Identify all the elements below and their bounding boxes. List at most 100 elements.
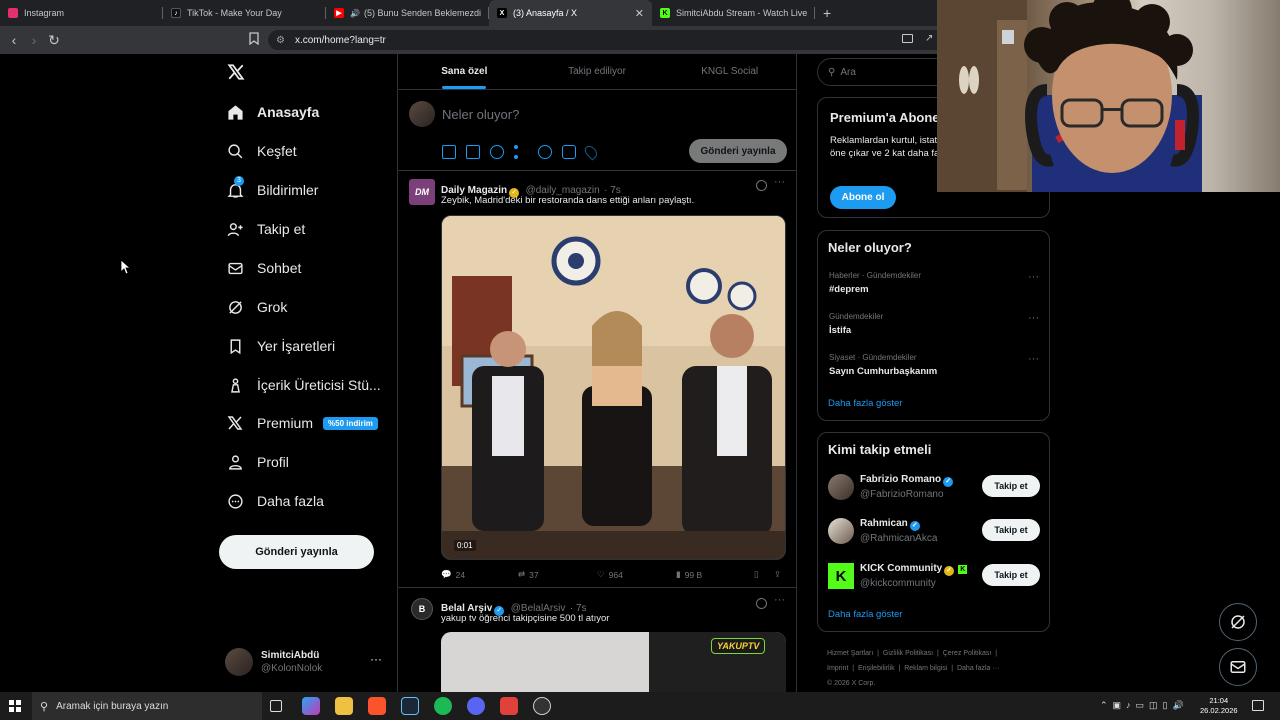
footer-link[interactable]: Erişilebilirlik xyxy=(858,665,895,672)
grok-explain-icon[interactable] xyxy=(756,180,767,191)
nav-item-home[interactable]: Anasayfa xyxy=(225,97,319,127)
taskbar-search-input[interactable]: ⚲ Aramak için buraya yazın xyxy=(32,692,262,720)
tweet[interactable]: DM Daily Magazin ✓ @daily_magazin · 7s ··… xyxy=(398,171,796,588)
copilot-icon[interactable] xyxy=(302,697,320,715)
compose-toolbar xyxy=(442,143,600,161)
grok-explain-icon[interactable] xyxy=(756,598,767,609)
follow-button[interactable]: Takip et xyxy=(982,519,1040,541)
views-button[interactable]: ▮ 99 B xyxy=(676,569,702,580)
tweet-more-icon[interactable]: ··· xyxy=(774,176,785,188)
trend-item[interactable]: Haberler · Gündemdekiler #deprem ··· xyxy=(829,271,1039,295)
nav-item-premium[interactable]: Premium %50 indirim xyxy=(225,408,378,438)
app-shield-icon[interactable] xyxy=(500,697,518,715)
grok-floating-button[interactable] xyxy=(1219,603,1257,641)
tweet-avatar[interactable]: DM xyxy=(409,179,435,205)
like-button[interactable]: ♡ 964 xyxy=(597,569,623,580)
schedule-icon[interactable] xyxy=(562,145,576,159)
footer-link[interactable]: Reklam bilgisi xyxy=(904,665,947,672)
footer-link[interactable]: Hizmet Şartları xyxy=(827,650,873,657)
close-tab-icon[interactable]: ✕ xyxy=(635,7,644,20)
follow-button[interactable]: Takip et xyxy=(982,475,1040,497)
bookmark-tweet-icon[interactable]: ▯ xyxy=(754,569,759,580)
mail-icon xyxy=(1230,661,1246,673)
account-more-icon[interactable]: ··· xyxy=(370,652,382,666)
tweet-avatar[interactable]: B xyxy=(411,598,433,620)
tweet-media[interactable]: YAKUPTV xyxy=(441,632,786,692)
windows-start-icon[interactable] xyxy=(9,700,21,712)
follow-suggestion[interactable]: K KICK Community ✓ K @kickcommunity Takip e… xyxy=(828,558,1040,594)
tab-for-you[interactable]: Sana özel xyxy=(398,54,531,89)
bell-icon: 3 xyxy=(225,176,245,200)
cast-icon[interactable] xyxy=(902,34,913,43)
clock[interactable]: 21:04 26.02.2026 xyxy=(1200,696,1238,716)
notification-count-badge: 3 xyxy=(234,176,244,186)
share-tweet-icon[interactable]: ⇪ xyxy=(774,569,781,580)
file-explorer-icon[interactable] xyxy=(335,697,353,715)
system-tray-icons[interactable]: ⌃▣♪▭◫▯🔊 xyxy=(1100,700,1189,711)
webcam-overlay xyxy=(937,0,1280,192)
repost-button[interactable]: ⇄ 37 xyxy=(518,569,539,580)
back-icon[interactable]: ‹ xyxy=(4,32,24,48)
grok-compose-icon[interactable] xyxy=(490,145,504,159)
obs-icon[interactable] xyxy=(533,697,551,715)
x-logo-icon[interactable] xyxy=(227,63,247,83)
new-tab-button[interactable]: + xyxy=(815,0,839,26)
task-view-icon[interactable] xyxy=(270,700,282,712)
messages-floating-button[interactable] xyxy=(1219,648,1257,686)
nav-item-more[interactable]: Daha fazla xyxy=(225,486,324,516)
nav-item-notifications[interactable]: 3 Bildirimler xyxy=(225,175,318,205)
tweet-more-icon[interactable]: ··· xyxy=(774,594,785,606)
tweet[interactable]: B Belal Arşiv ✓ @BelalArsiv · 7s ··· yaku… xyxy=(398,588,796,692)
trend-more-icon[interactable]: ··· xyxy=(1028,271,1039,283)
image-icon[interactable] xyxy=(442,145,456,159)
emoji-icon[interactable] xyxy=(538,145,552,159)
tab-kick[interactable]: KSimitciAbdu Stream - Watch Live on Kick xyxy=(652,0,815,26)
follow-suggestion[interactable]: Fabrizio Romano ✓ @FabrizioRomano Takip et xyxy=(828,469,1040,505)
location-icon[interactable] xyxy=(582,143,600,161)
trend-item[interactable]: Siyaset · Gündemdekiler Sayın Cumhurbaşka… xyxy=(829,353,1039,377)
post-button[interactable]: Gönderi yayınla xyxy=(219,535,374,569)
trend-more-icon[interactable]: ··· xyxy=(1028,312,1039,324)
tweet-video[interactable]: 0:01 xyxy=(441,215,786,560)
trends-show-more-link[interactable]: Daha fazla göster xyxy=(828,398,902,409)
trend-item[interactable]: Gündemdekiler İstifa ··· xyxy=(829,312,1039,336)
footer-link[interactable]: Daha fazla ··· xyxy=(957,665,999,672)
nav-item-explore[interactable]: Keşfet xyxy=(225,136,297,166)
tab-following[interactable]: Takip ediliyor xyxy=(531,54,664,89)
tab-instagram[interactable]: Instagram xyxy=(0,0,163,26)
footer-link[interactable]: Çerez Politikası xyxy=(943,650,992,657)
forward-icon[interactable]: › xyxy=(24,32,44,48)
brave-browser-icon[interactable] xyxy=(368,697,386,715)
follow-show-more-link[interactable]: Daha fazla göster xyxy=(828,609,902,620)
tab-kngl-social[interactable]: KNGL Social xyxy=(663,54,796,89)
follow-suggestion[interactable]: Rahmican ✓ @RahmicanAkca Takip et xyxy=(828,513,1040,549)
compose-input[interactable]: Neler oluyor? xyxy=(442,107,519,122)
tab-youtube[interactable]: ▶🔊(5) Bunu Senden Beklemezdim - YouTube xyxy=(326,0,489,26)
nav-item-grok[interactable]: Grok xyxy=(225,292,287,322)
spotify-icon[interactable] xyxy=(434,697,452,715)
share-icon[interactable]: ↗ xyxy=(925,33,933,44)
nav-item-bookmarks[interactable]: Yer İşaretleri xyxy=(225,331,335,361)
notification-center-icon[interactable] xyxy=(1252,700,1264,711)
reload-icon[interactable]: ↻ xyxy=(44,32,64,49)
account-switcher[interactable]: SimitciAbdü @KolonNolok ··· xyxy=(225,648,382,676)
footer-link[interactable]: Gizlilik Politikası xyxy=(883,650,933,657)
url-field[interactable]: ⚙ x.com/home?lang=tr xyxy=(268,30,948,50)
trend-more-icon[interactable]: ··· xyxy=(1028,353,1039,365)
poll-icon[interactable] xyxy=(514,145,528,159)
steam-icon[interactable] xyxy=(401,697,419,715)
compose-post-button[interactable]: Gönderi yayınla xyxy=(689,139,787,163)
gif-icon[interactable] xyxy=(466,145,480,159)
tab-x-home[interactable]: X (3) Anasayfa / X ✕ xyxy=(489,0,652,26)
follow-button[interactable]: Takip et xyxy=(982,564,1040,586)
reply-button[interactable]: 💬 24 xyxy=(441,569,465,580)
nav-item-creator-studio[interactable]: İçerik Üreticisi Stü... xyxy=(225,370,381,400)
discord-icon[interactable] xyxy=(467,697,485,715)
bookmark-star-icon[interactable] xyxy=(249,32,259,46)
subscribe-button[interactable]: Abone ol xyxy=(830,186,896,209)
nav-item-chat[interactable]: Sohbet xyxy=(225,253,301,283)
nav-item-profile[interactable]: Profil xyxy=(225,447,289,477)
tab-tiktok[interactable]: ♪ TikTok - Make Your Day xyxy=(163,0,326,26)
footer-link[interactable]: Imprint xyxy=(827,665,848,672)
nav-item-follow[interactable]: Takip et xyxy=(225,214,305,244)
